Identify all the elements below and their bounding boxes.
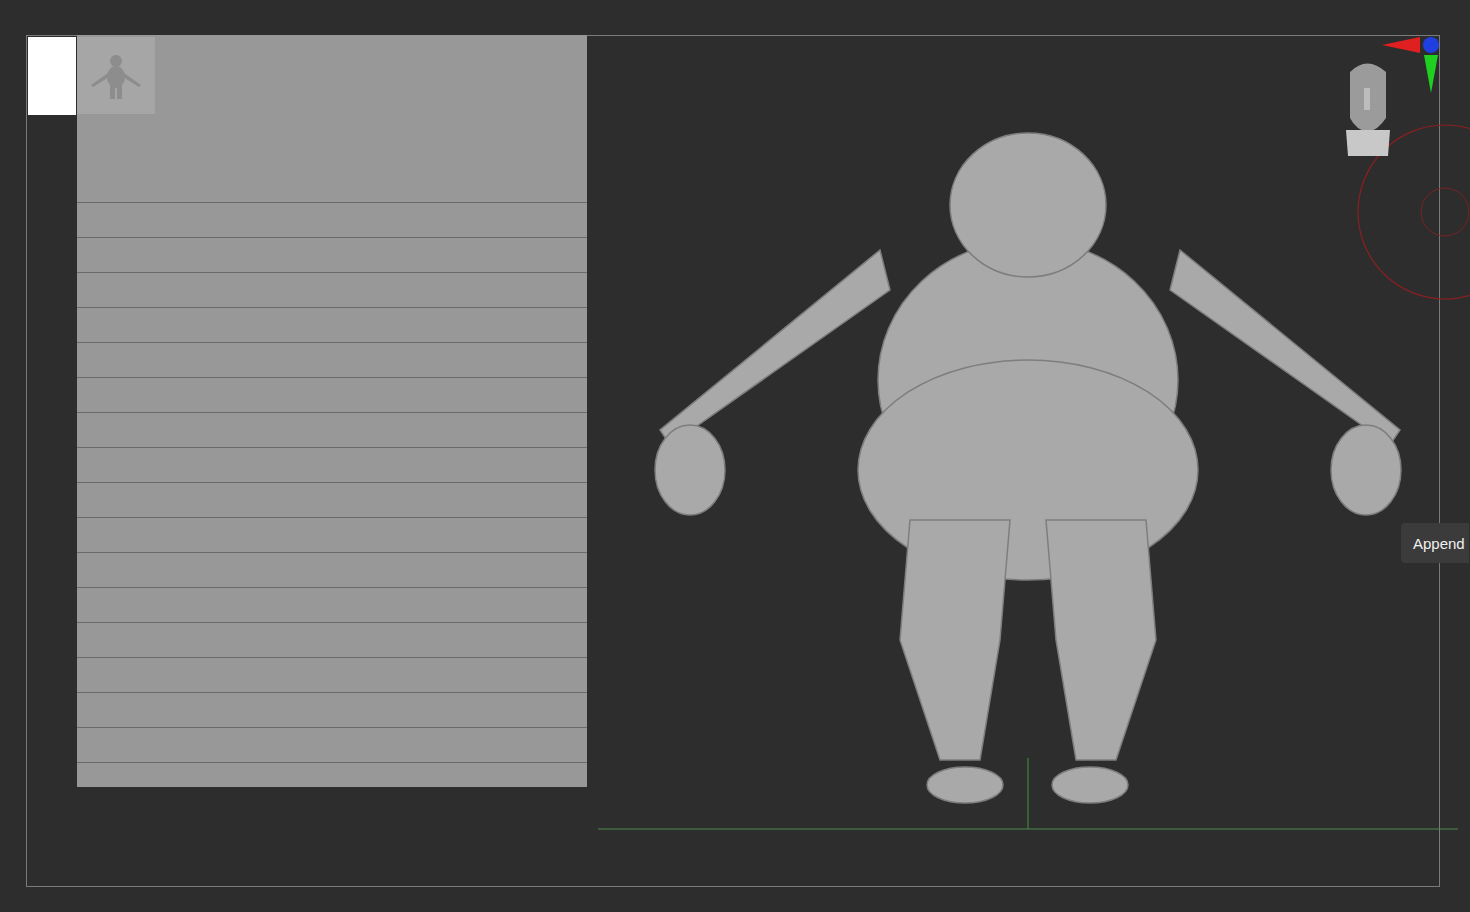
thumbnail[interactable] xyxy=(77,37,155,114)
sculpt-mesh[interactable] xyxy=(655,133,1401,803)
zbrush-viewport: Append xyxy=(0,0,1470,912)
color-swatch[interactable] xyxy=(28,37,76,115)
navigation-head-icon[interactable] xyxy=(1346,64,1390,157)
sculpt-canvas[interactable] xyxy=(0,0,1470,912)
tooltip-label: Append xyxy=(1413,535,1465,552)
figure-thumbnail-icon xyxy=(77,37,155,114)
axis-gizmo-icon[interactable] xyxy=(1382,37,1439,93)
append-tooltip: Append xyxy=(1401,523,1469,563)
floor-axis-line xyxy=(1028,758,1029,829)
reference-image xyxy=(77,35,587,787)
